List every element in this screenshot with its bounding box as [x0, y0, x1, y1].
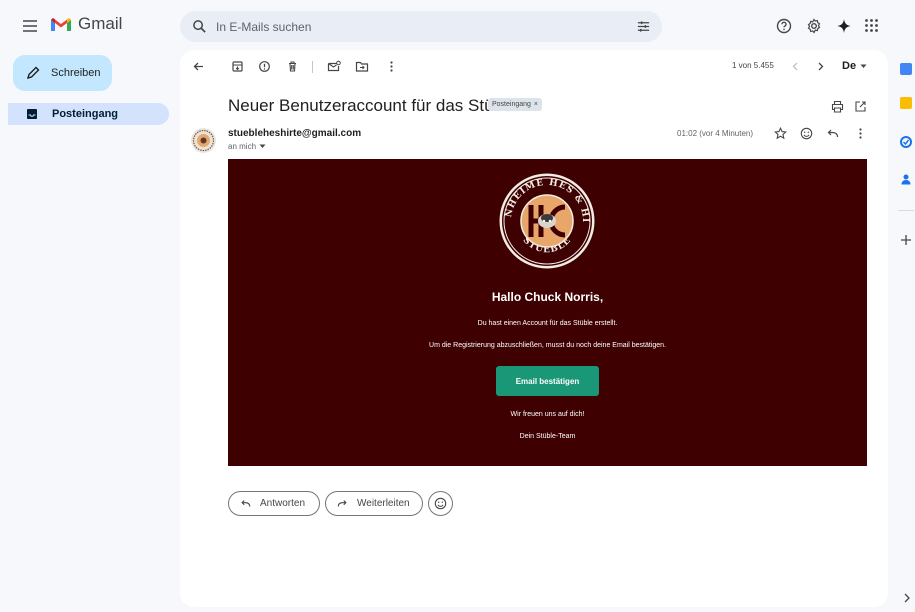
emoji-reaction-icon[interactable]	[800, 127, 813, 140]
help-button[interactable]	[776, 18, 792, 34]
toolbar-divider	[312, 61, 313, 73]
pencil-icon	[26, 66, 40, 80]
forward-button[interactable]: Weiterleiten	[325, 491, 423, 516]
email-subject: Neuer Benutzeraccount für das Stüble	[228, 96, 517, 115]
message-timestamp: 01:02 (vor 4 Minuten)	[677, 129, 754, 138]
forward-icon	[337, 500, 347, 507]
gemini-button[interactable]	[836, 18, 852, 34]
label-chip-inbox[interactable]: Posteingang ×	[488, 98, 543, 111]
contacts-app-icon[interactable]	[900, 173, 912, 185]
recipient-details-toggle[interactable]: an mich	[228, 142, 266, 151]
stueble-crest-logo: WOHNHEIME HES & HIRTE STUEBLE	[497, 171, 597, 271]
delete-icon[interactable]	[286, 60, 299, 73]
verify-email-button[interactable]: Email bestätigen	[496, 366, 599, 396]
apps-button[interactable]	[864, 18, 879, 33]
pager-count: 1 von 5.455	[732, 61, 774, 70]
menu-icon	[23, 20, 37, 32]
search-bar[interactable]	[180, 11, 662, 42]
star-icon[interactable]	[774, 127, 787, 140]
inbox-icon	[27, 109, 37, 119]
recipient-text: an mich	[228, 142, 257, 151]
reply-icon[interactable]	[826, 127, 839, 140]
archive-icon[interactable]	[231, 60, 244, 73]
gmail-logo[interactable]: Gmail	[50, 14, 122, 34]
caret-down-icon	[860, 64, 867, 68]
sidebar-item-inbox[interactable]: Posteingang	[8, 103, 169, 125]
more-vert-icon[interactable]	[854, 127, 867, 140]
tasks-app-icon[interactable]	[900, 136, 912, 148]
emoji-icon	[434, 497, 447, 510]
print-icon[interactable]	[831, 100, 844, 113]
calendar-app-icon[interactable]	[900, 63, 912, 75]
top-bar: Gmail	[0, 0, 915, 52]
sender-email[interactable]: stuebleheshirte@gmail.com	[228, 128, 361, 139]
crest-avatar-icon	[191, 128, 216, 153]
gear-icon	[807, 18, 821, 34]
back-arrow-icon[interactable]	[192, 60, 205, 73]
app-name: Gmail	[78, 14, 123, 33]
search-input[interactable]	[216, 17, 606, 36]
gemini-sparkle-icon	[837, 19, 851, 33]
gmail-m-icon	[51, 17, 71, 31]
message-view: 1 von 5.455 De Neuer Benutzeraccount für…	[180, 50, 888, 607]
more-vert-icon[interactable]	[385, 60, 398, 73]
compose-button[interactable]: Schreiben	[13, 55, 112, 91]
input-tools-button[interactable]: De	[842, 60, 867, 72]
email-line-account-created: Du hast einen Account für das Stüble ers…	[477, 320, 618, 327]
help-icon	[776, 18, 792, 34]
label-chip-text: Posteingang	[492, 101, 531, 108]
forward-label: Weiterleiten	[357, 498, 410, 509]
settings-button[interactable]	[806, 18, 822, 34]
emoji-react-button[interactable]	[428, 491, 453, 516]
reply-label: Antworten	[260, 498, 306, 509]
mark-unread-icon[interactable]	[327, 60, 341, 73]
compose-label: Schreiben	[51, 67, 101, 79]
email-signature: Dein Stüble-Team	[519, 433, 576, 440]
report-spam-icon[interactable]	[258, 60, 271, 73]
side-panel-divider	[898, 210, 914, 211]
search-icon[interactable]	[192, 19, 207, 34]
email-closing-line: Wir freuen uns auf dich!	[510, 411, 585, 418]
older-chevron-icon[interactable]	[815, 60, 826, 73]
keep-app-icon[interactable]	[900, 97, 912, 109]
main-menu-button[interactable]	[20, 16, 40, 36]
input-language: De	[842, 60, 857, 72]
open-in-new-window-icon[interactable]	[854, 100, 867, 113]
sender-avatar[interactable]	[191, 128, 216, 153]
reply-icon	[241, 500, 251, 507]
remove-label-button[interactable]: ×	[534, 101, 538, 108]
search-options-icon[interactable]	[636, 19, 651, 34]
email-greeting: Hallo Chuck Norris,	[491, 290, 604, 304]
newer-chevron-icon[interactable]	[790, 60, 801, 73]
email-html-body: WOHNHEIME HES & HIRTE STUEBLE Hallo Chuc…	[228, 159, 867, 466]
reply-button[interactable]: Antworten	[228, 491, 320, 516]
apps-grid-icon	[865, 19, 878, 32]
move-to-folder-icon[interactable]	[355, 60, 369, 73]
caret-down-icon	[259, 144, 266, 148]
email-line-confirm-request: Um die Registrierung abzuschließen, muss…	[429, 342, 666, 349]
expand-side-panel-chevron-icon[interactable]	[902, 592, 911, 604]
add-addon-plus-icon[interactable]	[900, 234, 912, 246]
sidebar-item-label: Posteingang	[52, 108, 119, 120]
